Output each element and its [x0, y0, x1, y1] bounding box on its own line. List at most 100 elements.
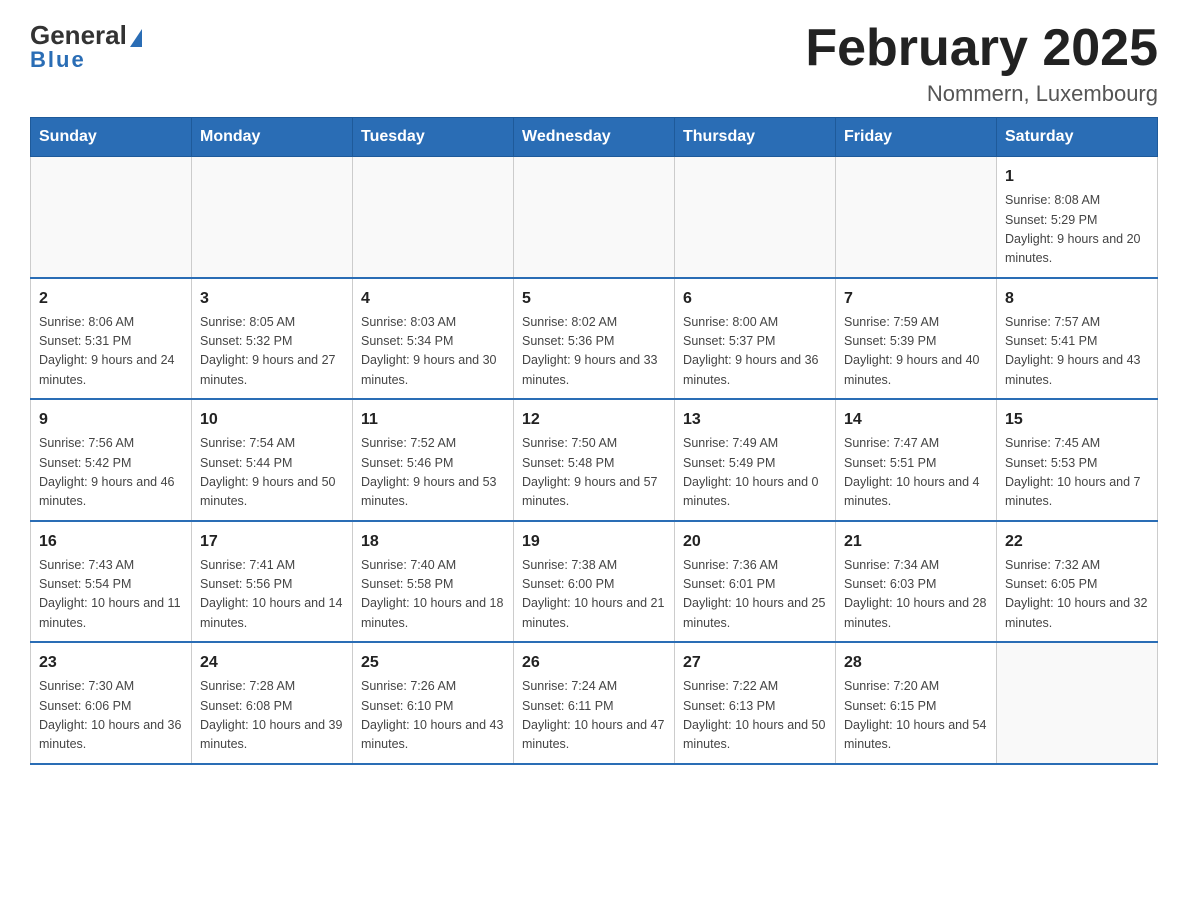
day-info: Sunrise: 7:41 AM Sunset: 5:56 PM Dayligh…	[200, 556, 344, 634]
day-number: 10	[200, 408, 344, 432]
day-number: 23	[39, 651, 183, 675]
logo-triangle-icon	[130, 29, 142, 47]
day-info: Sunrise: 8:02 AM Sunset: 5:36 PM Dayligh…	[522, 313, 666, 391]
day-cell: 10Sunrise: 7:54 AM Sunset: 5:44 PM Dayli…	[192, 399, 353, 521]
day-number: 8	[1005, 287, 1149, 311]
day-number: 16	[39, 530, 183, 554]
week-row-5: 23Sunrise: 7:30 AM Sunset: 6:06 PM Dayli…	[31, 642, 1158, 764]
day-cell: 12Sunrise: 7:50 AM Sunset: 5:48 PM Dayli…	[514, 399, 675, 521]
day-cell: 14Sunrise: 7:47 AM Sunset: 5:51 PM Dayli…	[836, 399, 997, 521]
week-row-3: 9Sunrise: 7:56 AM Sunset: 5:42 PM Daylig…	[31, 399, 1158, 521]
day-number: 7	[844, 287, 988, 311]
week-row-4: 16Sunrise: 7:43 AM Sunset: 5:54 PM Dayli…	[31, 521, 1158, 643]
day-cell: 2Sunrise: 8:06 AM Sunset: 5:31 PM Daylig…	[31, 278, 192, 400]
header-cell-monday: Monday	[192, 118, 353, 157]
day-info: Sunrise: 7:45 AM Sunset: 5:53 PM Dayligh…	[1005, 434, 1149, 512]
day-number: 15	[1005, 408, 1149, 432]
day-cell: 17Sunrise: 7:41 AM Sunset: 5:56 PM Dayli…	[192, 521, 353, 643]
day-cell: 6Sunrise: 8:00 AM Sunset: 5:37 PM Daylig…	[675, 278, 836, 400]
header-cell-tuesday: Tuesday	[353, 118, 514, 157]
header-cell-wednesday: Wednesday	[514, 118, 675, 157]
day-info: Sunrise: 7:32 AM Sunset: 6:05 PM Dayligh…	[1005, 556, 1149, 634]
day-cell: 15Sunrise: 7:45 AM Sunset: 5:53 PM Dayli…	[997, 399, 1158, 521]
day-cell	[836, 157, 997, 278]
day-number: 26	[522, 651, 666, 675]
day-info: Sunrise: 7:36 AM Sunset: 6:01 PM Dayligh…	[683, 556, 827, 634]
day-number: 17	[200, 530, 344, 554]
day-info: Sunrise: 7:28 AM Sunset: 6:08 PM Dayligh…	[200, 677, 344, 755]
day-info: Sunrise: 7:43 AM Sunset: 5:54 PM Dayligh…	[39, 556, 183, 634]
day-cell: 9Sunrise: 7:56 AM Sunset: 5:42 PM Daylig…	[31, 399, 192, 521]
day-info: Sunrise: 7:38 AM Sunset: 6:00 PM Dayligh…	[522, 556, 666, 634]
day-number: 27	[683, 651, 827, 675]
day-cell: 21Sunrise: 7:34 AM Sunset: 6:03 PM Dayli…	[836, 521, 997, 643]
day-cell: 27Sunrise: 7:22 AM Sunset: 6:13 PM Dayli…	[675, 642, 836, 764]
day-cell	[353, 157, 514, 278]
day-info: Sunrise: 7:26 AM Sunset: 6:10 PM Dayligh…	[361, 677, 505, 755]
day-number: 13	[683, 408, 827, 432]
week-row-1: 1Sunrise: 8:08 AM Sunset: 5:29 PM Daylig…	[31, 157, 1158, 278]
logo: General Blue	[30, 20, 146, 73]
calendar-table: SundayMondayTuesdayWednesdayThursdayFrid…	[30, 117, 1158, 765]
day-info: Sunrise: 7:24 AM Sunset: 6:11 PM Dayligh…	[522, 677, 666, 755]
day-cell: 7Sunrise: 7:59 AM Sunset: 5:39 PM Daylig…	[836, 278, 997, 400]
day-info: Sunrise: 7:50 AM Sunset: 5:48 PM Dayligh…	[522, 434, 666, 512]
day-number: 11	[361, 408, 505, 432]
day-number: 6	[683, 287, 827, 311]
header-cell-sunday: Sunday	[31, 118, 192, 157]
day-info: Sunrise: 8:08 AM Sunset: 5:29 PM Dayligh…	[1005, 191, 1149, 269]
day-number: 4	[361, 287, 505, 311]
day-info: Sunrise: 7:52 AM Sunset: 5:46 PM Dayligh…	[361, 434, 505, 512]
day-info: Sunrise: 7:54 AM Sunset: 5:44 PM Dayligh…	[200, 434, 344, 512]
logo-blue-underline: Blue	[30, 47, 86, 73]
day-cell: 28Sunrise: 7:20 AM Sunset: 6:15 PM Dayli…	[836, 642, 997, 764]
day-cell: 8Sunrise: 7:57 AM Sunset: 5:41 PM Daylig…	[997, 278, 1158, 400]
day-cell	[997, 642, 1158, 764]
day-cell: 22Sunrise: 7:32 AM Sunset: 6:05 PM Dayli…	[997, 521, 1158, 643]
day-number: 14	[844, 408, 988, 432]
calendar-subtitle: Nommern, Luxembourg	[805, 81, 1158, 107]
day-cell	[192, 157, 353, 278]
day-cell: 18Sunrise: 7:40 AM Sunset: 5:58 PM Dayli…	[353, 521, 514, 643]
header-cell-friday: Friday	[836, 118, 997, 157]
day-number: 2	[39, 287, 183, 311]
day-number: 28	[844, 651, 988, 675]
day-info: Sunrise: 8:05 AM Sunset: 5:32 PM Dayligh…	[200, 313, 344, 391]
day-number: 22	[1005, 530, 1149, 554]
day-info: Sunrise: 8:00 AM Sunset: 5:37 PM Dayligh…	[683, 313, 827, 391]
calendar-title: February 2025	[805, 20, 1158, 77]
day-cell	[31, 157, 192, 278]
day-number: 18	[361, 530, 505, 554]
day-cell	[514, 157, 675, 278]
page-header: General Blue February 2025 Nommern, Luxe…	[30, 20, 1158, 107]
day-info: Sunrise: 7:40 AM Sunset: 5:58 PM Dayligh…	[361, 556, 505, 634]
day-cell: 5Sunrise: 8:02 AM Sunset: 5:36 PM Daylig…	[514, 278, 675, 400]
day-info: Sunrise: 8:06 AM Sunset: 5:31 PM Dayligh…	[39, 313, 183, 391]
day-number: 1	[1005, 165, 1149, 189]
day-cell: 19Sunrise: 7:38 AM Sunset: 6:00 PM Dayli…	[514, 521, 675, 643]
day-info: Sunrise: 7:59 AM Sunset: 5:39 PM Dayligh…	[844, 313, 988, 391]
day-cell: 26Sunrise: 7:24 AM Sunset: 6:11 PM Dayli…	[514, 642, 675, 764]
day-info: Sunrise: 7:56 AM Sunset: 5:42 PM Dayligh…	[39, 434, 183, 512]
day-number: 20	[683, 530, 827, 554]
day-info: Sunrise: 7:22 AM Sunset: 6:13 PM Dayligh…	[683, 677, 827, 755]
day-info: Sunrise: 7:49 AM Sunset: 5:49 PM Dayligh…	[683, 434, 827, 512]
day-cell: 24Sunrise: 7:28 AM Sunset: 6:08 PM Dayli…	[192, 642, 353, 764]
week-row-2: 2Sunrise: 8:06 AM Sunset: 5:31 PM Daylig…	[31, 278, 1158, 400]
day-cell: 1Sunrise: 8:08 AM Sunset: 5:29 PM Daylig…	[997, 157, 1158, 278]
day-info: Sunrise: 7:30 AM Sunset: 6:06 PM Dayligh…	[39, 677, 183, 755]
day-cell: 16Sunrise: 7:43 AM Sunset: 5:54 PM Dayli…	[31, 521, 192, 643]
day-cell: 20Sunrise: 7:36 AM Sunset: 6:01 PM Dayli…	[675, 521, 836, 643]
day-info: Sunrise: 7:57 AM Sunset: 5:41 PM Dayligh…	[1005, 313, 1149, 391]
day-cell: 23Sunrise: 7:30 AM Sunset: 6:06 PM Dayli…	[31, 642, 192, 764]
day-number: 9	[39, 408, 183, 432]
day-number: 21	[844, 530, 988, 554]
day-number: 5	[522, 287, 666, 311]
day-number: 25	[361, 651, 505, 675]
day-info: Sunrise: 7:47 AM Sunset: 5:51 PM Dayligh…	[844, 434, 988, 512]
header-cell-saturday: Saturday	[997, 118, 1158, 157]
day-number: 12	[522, 408, 666, 432]
day-cell: 25Sunrise: 7:26 AM Sunset: 6:10 PM Dayli…	[353, 642, 514, 764]
day-cell: 3Sunrise: 8:05 AM Sunset: 5:32 PM Daylig…	[192, 278, 353, 400]
day-cell: 11Sunrise: 7:52 AM Sunset: 5:46 PM Dayli…	[353, 399, 514, 521]
